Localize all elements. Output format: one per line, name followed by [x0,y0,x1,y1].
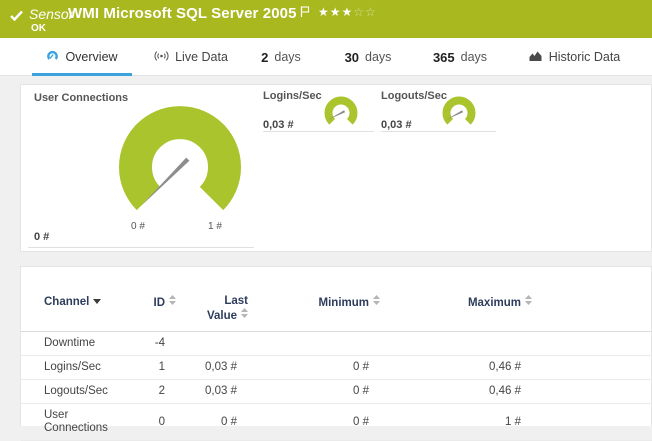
cell-last-value [176,332,248,356]
tab-30-days-number: 30 [345,50,359,65]
tab-overview-label: Overview [65,50,117,64]
cell-filler [532,332,652,356]
gauge-max-label: 1 # [195,221,235,232]
col-header-id-label: ID [154,297,166,309]
sort-desc-icon [93,295,101,308]
col-header-channel-label: Channel [44,296,89,308]
col-header-maximum[interactable]: Maximum [380,267,532,332]
col-header-maximum-label: Maximum [468,297,521,309]
cell-filler [532,404,652,441]
table-row[interactable]: User Connections 0 0 # 0 # 1 # [21,404,652,441]
cell-last-value: 0 # [176,404,248,441]
live-signal-icon [154,50,169,65]
stars-empty: ☆☆ [353,5,377,19]
stars-filled: ★★★ [318,5,353,19]
cell-filler [532,356,652,380]
gauge-tab-icon [46,49,59,65]
table-header-row: Channel ID Last Value Minimum Maximum [21,267,652,332]
logins-gauge-value: 0,03 # [263,119,294,131]
col-header-filler [532,267,652,332]
tab-365-days[interactable]: 365 days [423,38,497,76]
cell-id: 2 [133,380,176,404]
primary-gauge-value: 0 # [34,231,49,243]
cell-channel: Logins/Sec [21,356,133,380]
col-header-last-label-1: Last [224,295,248,307]
cell-maximum: 0,46 # [380,380,532,404]
logouts-gauge-label: Logouts/Sec [381,90,447,102]
sort-both-icon [241,308,248,322]
sensor-status-bar: Sensor WMI Microsoft SQL Server 2005 ★★★… [0,0,652,38]
channel-table: Channel ID Last Value Minimum Maximum Dow… [21,267,652,441]
gauge-min-label: 0 # [118,221,158,232]
cell-filler [532,380,652,404]
cell-id: -4 [133,332,176,356]
col-header-id[interactable]: ID [133,267,176,332]
priority-stars[interactable]: ★★★☆☆ [318,5,377,19]
tab-bar: Overview Live Data 2 days 30 days 365 da… [0,38,652,76]
cell-channel: User Connections [21,404,133,441]
tab-365-days-unit: days [461,50,487,64]
tab-30-days-unit: days [365,50,391,64]
col-header-last-label-2: Value [207,310,237,322]
tab-live-data-label: Live Data [175,50,228,64]
channel-table-panel: Channel ID Last Value Minimum Maximum Dow… [20,266,652,426]
logins-gauge [321,94,361,134]
tab-30-days[interactable]: 30 days [336,38,400,76]
logouts-gauge-value: 0,03 # [381,119,412,131]
cell-minimum: 0 # [248,356,380,380]
logins-gauge-label: Logins/Sec [263,90,322,102]
col-header-minimum-label: Minimum [319,297,369,309]
cell-last-value: 0,03 # [176,380,248,404]
tab-overview[interactable]: Overview [32,38,132,76]
cell-maximum: 1 # [380,404,532,441]
tab-historic-data[interactable]: Historic Data [518,38,630,76]
sensor-page: Sensor WMI Microsoft SQL Server 2005 ★★★… [0,0,652,421]
col-header-last-value[interactable]: Last Value [176,267,248,332]
logouts-gauge [439,94,479,134]
col-header-minimum[interactable]: Minimum [248,267,380,332]
cell-id: 1 [133,356,176,380]
cell-maximum: 0,46 # [380,356,532,380]
flag-icon[interactable] [300,5,310,23]
tab-2-days-number: 2 [261,50,268,65]
col-header-channel[interactable]: Channel [21,267,133,332]
tab-historic-data-label: Historic Data [549,50,621,64]
tab-365-days-number: 365 [433,50,455,65]
table-row[interactable]: Logins/Sec 1 0,03 # 0 # 0,46 # [21,356,652,380]
historic-chart-icon [528,50,543,65]
sensor-title: WMI Microsoft SQL Server 2005 [68,5,297,22]
cell-last-value: 0,03 # [176,356,248,380]
overview-gauges-panel: User Connections 0 # 1 # 0 # Logins/Sec … [20,84,652,252]
sort-both-icon [373,295,380,309]
sort-both-icon [525,295,532,309]
tab-live-data[interactable]: Live Data [148,38,234,76]
cell-minimum [248,332,380,356]
cell-channel: Downtime [21,332,133,356]
cell-minimum: 0 # [248,404,380,441]
logins-gauge-cell[interactable]: Logins/Sec 0,03 # [263,85,374,132]
sensor-kind-label: Sensor [29,6,73,22]
table-row[interactable]: Logouts/Sec 2 0,03 # 0 # 0,46 # [21,380,652,404]
table-row[interactable]: Downtime -4 [21,332,652,356]
cell-minimum: 0 # [248,380,380,404]
status-badge: OK [31,23,46,34]
cell-maximum [380,332,532,356]
status-ok-check-icon [9,9,24,28]
cell-id: 0 [133,404,176,441]
cell-channel: Logouts/Sec [21,380,133,404]
sort-both-icon [169,295,176,309]
logouts-gauge-cell[interactable]: Logouts/Sec 0,03 # [381,85,496,132]
tab-2-days-unit: days [274,50,300,64]
primary-channel-gauge-cell[interactable]: User Connections 0 # 1 # 0 # [28,85,254,248]
tab-2-days[interactable]: 2 days [252,38,310,76]
